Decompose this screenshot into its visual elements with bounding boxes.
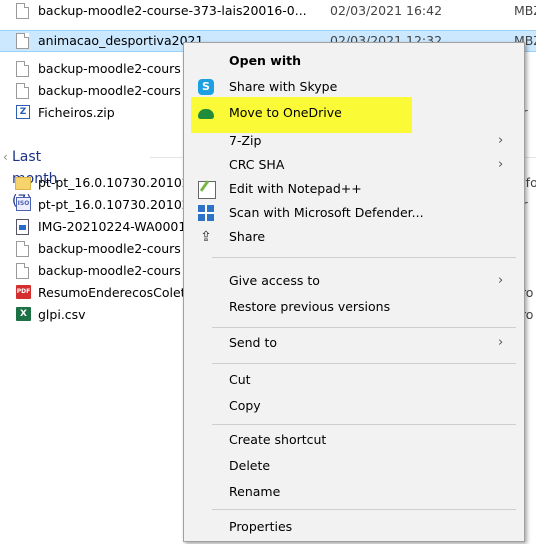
menu-item-open-with[interactable]: Open with	[184, 49, 524, 73]
file-name: glpi.csv	[38, 307, 86, 322]
notepad-plus-plus-icon	[198, 181, 216, 199]
submenu-arrow-icon: ›	[498, 273, 504, 288]
excel-icon: X	[16, 307, 31, 321]
menu-item-copy[interactable]: Copy	[184, 394, 524, 418]
menu-item-restore-previous-versions[interactable]: Restore previous versions	[184, 295, 524, 319]
menu-item-label: Restore previous versions	[229, 299, 391, 314]
menu-item-label: Delete	[229, 458, 271, 473]
file-name: backup-moodle2-cours	[38, 61, 181, 76]
menu-item-label: Cut	[229, 372, 251, 387]
document-icon	[16, 33, 29, 49]
menu-item-label: Move to OneDrive	[229, 105, 342, 120]
submenu-arrow-icon: ›	[498, 157, 504, 172]
document-icon	[16, 263, 29, 279]
menu-item-label: Share	[229, 229, 266, 244]
menu-item-label: Edit with Notepad++	[229, 181, 362, 196]
file-name: pt-pt_16.0.10730.20102_	[38, 175, 196, 190]
menu-item-label: Give access to	[229, 273, 320, 288]
menu-item-rename[interactable]: Rename	[184, 480, 524, 504]
menu-item-share[interactable]: ⇪ Share	[184, 225, 524, 249]
menu-item-send-to[interactable]: Send to ›	[184, 331, 524, 355]
menu-separator	[212, 363, 516, 364]
menu-item-label: Properties	[229, 519, 293, 534]
file-name: backup-moodle2-cours	[38, 263, 181, 278]
file-name: pt-pt_16.0.10730.20102_	[38, 197, 196, 212]
menu-item-create-shortcut[interactable]: Create shortcut	[184, 428, 524, 452]
file-name: backup-moodle2-course-373-lais20016-0...	[38, 3, 307, 18]
menu-item-label: Send to	[229, 335, 278, 350]
menu-item-label: Share with Skype	[229, 79, 338, 94]
document-icon	[16, 3, 29, 19]
skype-icon: S	[198, 79, 214, 95]
menu-item-label: Scan with Microsoft Defender...	[229, 205, 424, 220]
menu-item-cut[interactable]: Cut	[184, 368, 524, 392]
menu-item-edit-with-notepad[interactable]: Edit with Notepad++	[184, 177, 524, 201]
document-icon	[16, 241, 29, 257]
menu-item-label: 7-Zip	[229, 133, 262, 148]
file-name: Ficheiros.zip	[38, 105, 115, 120]
menu-item-share-with-skype[interactable]: S Share with Skype	[184, 75, 524, 99]
menu-separator	[212, 327, 516, 328]
menu-item-label: Rename	[229, 484, 281, 499]
image-icon	[16, 219, 29, 235]
submenu-arrow-icon: ›	[498, 133, 504, 148]
chevron-icon: ‹	[3, 150, 8, 164]
menu-item-give-access-to[interactable]: Give access to ›	[184, 269, 524, 293]
file-row[interactable]: backup-moodle2-course-373-lais20016-0...…	[0, 0, 536, 22]
file-date: 02/03/2021 16:42	[330, 3, 443, 18]
document-icon	[16, 83, 29, 99]
defender-shield-icon	[198, 205, 214, 221]
file-type: MBZ	[514, 3, 536, 18]
onedrive-cloud-icon	[198, 109, 214, 119]
menu-item-label: CRC SHA	[229, 157, 285, 172]
menu-item-properties[interactable]: Properties	[184, 515, 524, 539]
menu-item-crc-sha[interactable]: CRC SHA ›	[184, 153, 524, 177]
pdf-icon: PDF	[16, 285, 31, 299]
share-icon: ⇪	[200, 229, 212, 245]
menu-separator	[212, 509, 516, 510]
file-name: backup-moodle2-cours	[38, 241, 181, 256]
folder-icon	[15, 177, 31, 190]
menu-separator	[212, 424, 516, 425]
file-name: backup-moodle2-cours	[38, 83, 181, 98]
menu-item-7zip[interactable]: 7-Zip ›	[184, 129, 524, 153]
submenu-arrow-icon: ›	[498, 335, 504, 350]
menu-item-label: Copy	[229, 398, 261, 413]
menu-item-delete[interactable]: Delete	[184, 454, 524, 478]
menu-separator	[212, 257, 516, 258]
file-name: IMG-20210224-WA0001	[38, 219, 187, 234]
menu-item-label: Create shortcut	[229, 432, 327, 447]
document-icon	[16, 61, 29, 77]
iso-icon: ISO	[16, 197, 31, 211]
zip-icon: Z	[16, 105, 30, 119]
menu-item-scan-defender[interactable]: Scan with Microsoft Defender...	[184, 201, 524, 225]
menu-item-move-to-onedrive[interactable]: Move to OneDrive	[184, 101, 524, 125]
menu-item-label: Open with	[229, 53, 302, 68]
context-menu: Open with S Share with Skype Move to One…	[183, 42, 525, 542]
file-name: ResumoEnderecosColet	[38, 285, 186, 300]
